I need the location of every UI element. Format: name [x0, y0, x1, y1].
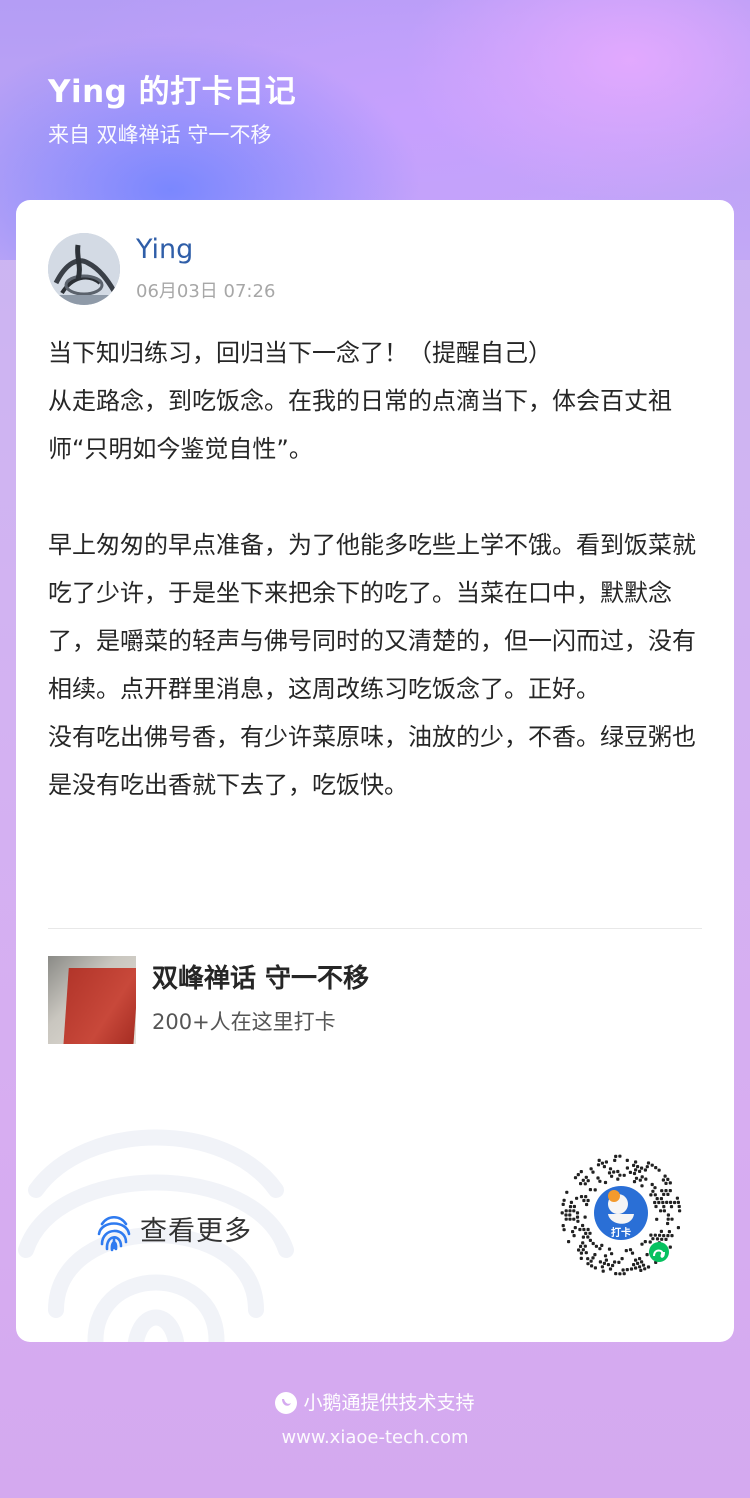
avatar-image: [48, 233, 120, 305]
page-title: Ying 的打卡日记: [48, 74, 297, 110]
qr-badge-label: 打卡: [611, 1226, 631, 1239]
book-cover: [63, 968, 136, 1044]
xiaoe-logo-icon: [275, 1392, 298, 1414]
post-content: 当下知归练习，回归当下一念了！（提醒自己） 从走路念，到吃饭念。在我的日常的点滴…: [48, 329, 708, 809]
see-more-label: 查看更多: [140, 1216, 252, 1247]
footer-url[interactable]: www.xiaoe-tech.com: [0, 1424, 750, 1452]
diary-card: Ying 06月03日 07:26 当下知归练习，回归当下一念了！（提醒自己） …: [16, 200, 734, 1342]
post-paragraph: 当下知归练习，回归当下一念了！（提醒自己）: [48, 339, 552, 367]
see-more-button[interactable]: 查看更多: [96, 1212, 252, 1252]
group-member-count: 200+人在这里打卡: [152, 1010, 336, 1034]
page-header: Ying 的打卡日记 来自 双峰禅话 守一不移: [48, 72, 296, 150]
post-datetime: 06月03日 07:26: [136, 281, 276, 302]
group-cover-image[interactable]: [48, 956, 136, 1044]
footer: 小鹅通提供技术支持 www.xiaoe-tech.com: [0, 1388, 750, 1452]
fingerprint-watermark-icon: [18, 1129, 294, 1342]
footer-provider: 小鹅通提供技术支持: [303, 1392, 475, 1414]
page-subtitle: 来自 双峰禅话 守一不移: [48, 123, 272, 147]
wechat-mini-program-icon: [649, 1242, 669, 1262]
mini-program-qr-code[interactable]: 打卡: [558, 1152, 684, 1278]
divider: [48, 928, 702, 929]
avatar[interactable]: [48, 233, 120, 305]
post-paragraph: 早上匆匆的早点准备，为了他能多吃些上学不饿。看到饭菜就吃了少许，于是坐下来把余下…: [48, 531, 696, 703]
group-name[interactable]: 双峰禅话 守一不移: [152, 962, 369, 996]
post-paragraph: 没有吃出佛号香，有少许菜原味，油放的少，不香。绿豆粥也是没有吃出香就下去了，吃饭…: [48, 723, 696, 799]
post-paragraph: 从走路念，到吃饭念。在我的日常的点滴当下，体会百丈祖师“只明如今鉴觉自性”。: [48, 387, 672, 463]
post-paragraph: [48, 473, 708, 521]
fingerprint-icon: [97, 1215, 131, 1252]
author-name[interactable]: Ying: [136, 232, 193, 268]
